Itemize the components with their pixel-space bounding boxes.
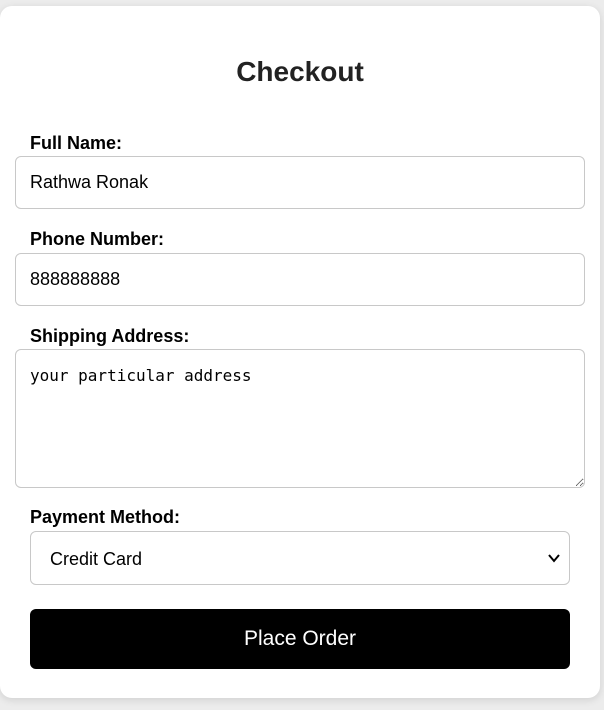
payment-method-select[interactable]: Credit Card bbox=[30, 531, 570, 585]
shipping-address-label: Shipping Address: bbox=[30, 326, 190, 346]
payment-method-selected-value: Credit Card bbox=[50, 549, 143, 569]
payment-method-label: Payment Method: bbox=[30, 507, 181, 527]
phone-number-input[interactable] bbox=[15, 253, 585, 306]
checkout-card: Checkout Full Name: Phone Number: Shippi… bbox=[0, 6, 600, 698]
phone-number-label: Phone Number: bbox=[30, 229, 165, 249]
chevron-down-icon bbox=[548, 554, 560, 563]
full-name-input[interactable] bbox=[15, 156, 585, 209]
full-name-label: Full Name: bbox=[30, 133, 123, 153]
place-order-button[interactable]: Place Order bbox=[30, 609, 570, 669]
page-title: Checkout bbox=[236, 56, 364, 87]
shipping-address-textarea[interactable]: your particular address bbox=[15, 349, 585, 488]
